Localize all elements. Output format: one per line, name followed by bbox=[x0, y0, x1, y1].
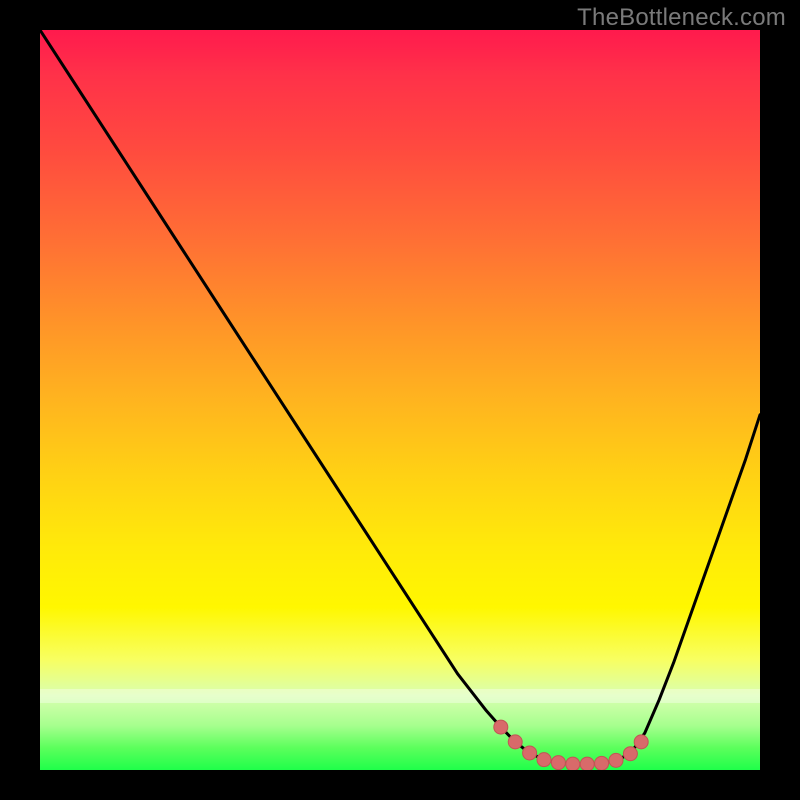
plot-area bbox=[40, 30, 760, 770]
bottom-dot bbox=[609, 753, 623, 767]
chart-svg bbox=[40, 30, 760, 770]
bottom-dot bbox=[595, 756, 609, 770]
bottom-dot bbox=[523, 746, 537, 760]
bottom-dots-group bbox=[494, 720, 648, 770]
bottom-dot bbox=[634, 735, 648, 749]
bottom-dot bbox=[494, 720, 508, 734]
bottom-dot bbox=[580, 757, 594, 770]
bottleneck-curve bbox=[40, 30, 760, 764]
bottom-dot bbox=[566, 757, 580, 770]
bottom-dot bbox=[623, 747, 637, 761]
watermark-text: TheBottleneck.com bbox=[577, 4, 786, 32]
bottom-dot bbox=[508, 735, 522, 749]
chart-frame: TheBottleneck.com bbox=[0, 0, 800, 800]
bottom-dot bbox=[551, 756, 565, 770]
bottom-dot bbox=[537, 753, 551, 767]
